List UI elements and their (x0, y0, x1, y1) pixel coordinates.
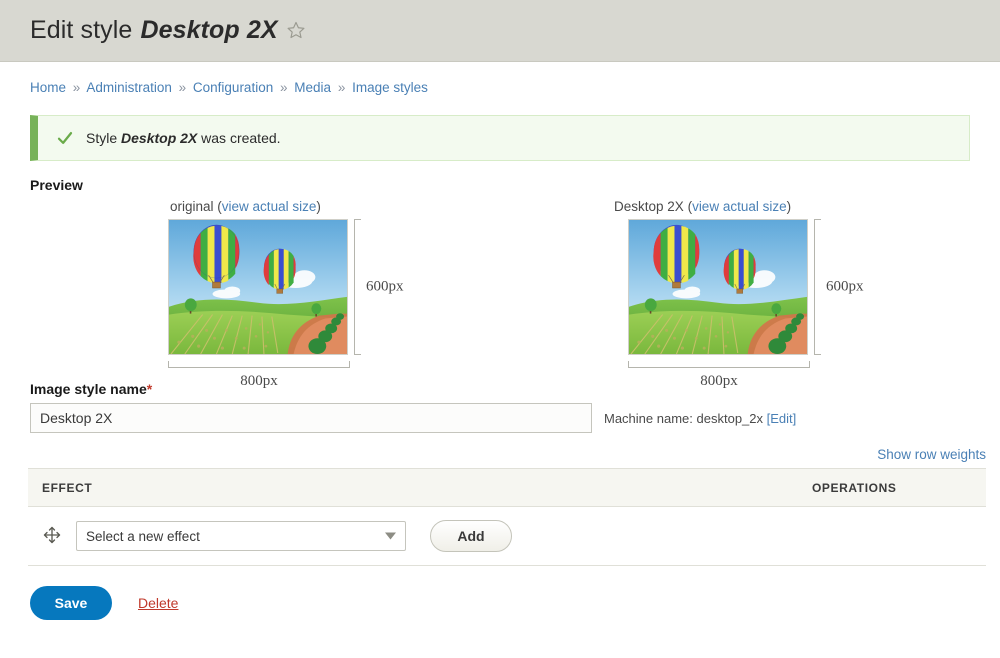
preview-derived: Desktop 2X (view actual size) 600px 800p… (614, 199, 864, 390)
machine-name: Machine name: desktop_2x [Edit] (604, 411, 796, 426)
chevron-down-icon (385, 532, 396, 540)
status-emphasis: Desktop 2X (121, 130, 198, 146)
view-actual-size-link-original[interactable]: view actual size (222, 199, 317, 214)
field-label-text: Image style name (30, 381, 147, 397)
width-label-derived: 800px (700, 373, 738, 389)
height-label-original: 600px (366, 278, 404, 295)
save-button[interactable]: Save (30, 586, 112, 620)
breadcrumb-separator: » (279, 80, 288, 95)
page-title: Edit style Desktop 2X (30, 16, 306, 45)
preview-original-caption: original (view actual size) (170, 199, 350, 214)
breadcrumb-item-media[interactable]: Media (294, 80, 331, 95)
new-effect-select-value: Select a new effect (86, 528, 200, 544)
preview-derived-title: Desktop 2X (614, 199, 684, 214)
preview-derived-caption: Desktop 2X (view actual size) (614, 199, 810, 214)
machine-name-prefix: Machine name: (604, 410, 693, 426)
preview-original-title: original (170, 199, 214, 214)
width-ruler-original (168, 361, 350, 368)
required-marker: * (146, 381, 153, 397)
page-header: Edit style Desktop 2X (0, 0, 1000, 62)
page-title-prefix: Edit style (30, 16, 133, 44)
check-icon (56, 129, 74, 147)
table-row: Select a new effect Add (28, 507, 986, 565)
paren-close: ) (786, 199, 792, 214)
preview-original: original (view actual size) 600px 800px (168, 199, 404, 390)
breadcrumb-item-home[interactable]: Home (30, 80, 66, 95)
status-suffix: was created. (201, 130, 281, 146)
effects-table: EFFECT OPERATIONS Select a new effect Ad… (28, 468, 986, 566)
preview-section-label: Preview (30, 177, 83, 193)
status-prefix: Style (86, 130, 118, 146)
preview-original-image-wrap: 600px (168, 219, 404, 355)
status-message: Style Desktop 2X was created. (30, 115, 970, 161)
add-effect-button[interactable]: Add (430, 520, 512, 552)
preview-area: original (view actual size) 600px 800px … (0, 199, 1000, 389)
image-style-name-row: Machine name: desktop_2x [Edit] (30, 403, 970, 433)
height-ruler-original (354, 219, 361, 355)
width-ruler-derived (628, 361, 810, 368)
show-row-weights-link[interactable]: Show row weights (877, 447, 986, 462)
balloons-landscape-image (628, 219, 808, 355)
breadcrumb-separator: » (337, 80, 346, 95)
preview-derived-image-wrap: 600px (628, 219, 864, 355)
width-label-original: 800px (240, 373, 278, 389)
row-weights-container: Show row weights (0, 447, 986, 462)
column-header-operations: OPERATIONS (812, 480, 897, 495)
breadcrumb-item-image-styles[interactable]: Image styles (352, 80, 428, 95)
delete-link[interactable]: Delete (138, 595, 178, 611)
drag-move-icon[interactable] (42, 525, 64, 547)
height-label-derived: 600px (826, 278, 864, 295)
breadcrumb-item-administration[interactable]: Administration (86, 80, 172, 95)
machine-name-edit-link[interactable]: [Edit] (767, 411, 797, 426)
image-style-name-input[interactable] (30, 403, 592, 433)
breadcrumb: Home » Administration » Configuration » … (0, 62, 1000, 95)
breadcrumb-separator: » (178, 80, 187, 95)
page-title-style-name: Desktop 2X (140, 16, 278, 44)
status-message-text: Style Desktop 2X was created. (86, 130, 281, 146)
height-ruler-derived (814, 219, 821, 355)
paren-close: ) (316, 199, 321, 214)
breadcrumb-separator: » (72, 80, 81, 95)
balloons-landscape-image (168, 219, 348, 355)
new-effect-select[interactable]: Select a new effect (76, 521, 406, 551)
machine-name-value: desktop_2x (696, 410, 764, 426)
view-actual-size-link-derived[interactable]: view actual size (692, 199, 787, 214)
effects-table-header: EFFECT OPERATIONS (28, 469, 986, 507)
column-header-effect: EFFECT (42, 480, 93, 495)
form-actions: Save Delete (30, 586, 1000, 620)
star-outline-icon[interactable] (286, 18, 306, 47)
breadcrumb-item-configuration[interactable]: Configuration (193, 80, 273, 95)
